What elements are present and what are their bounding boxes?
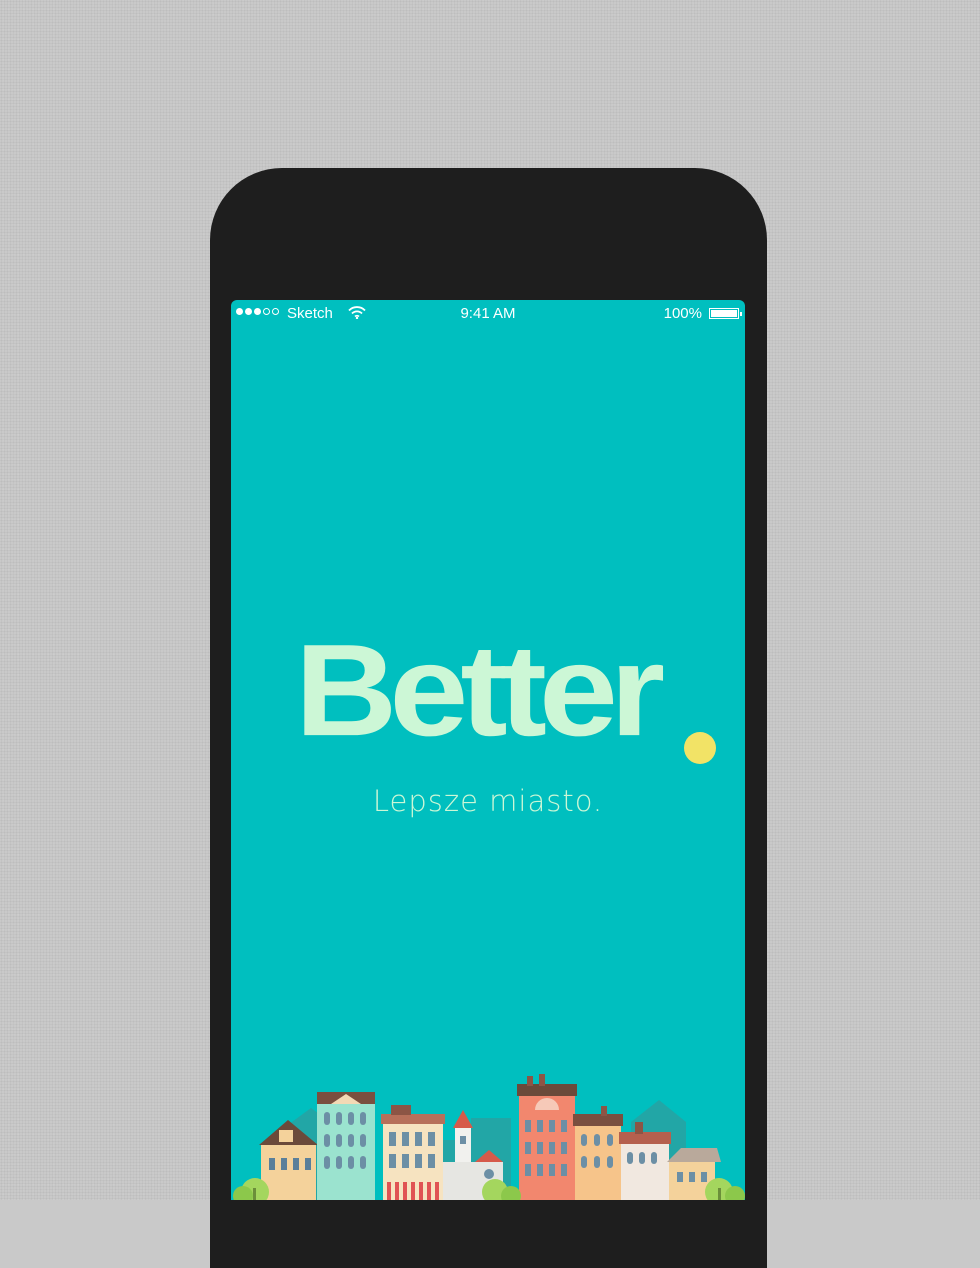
city-illustration bbox=[233, 1074, 745, 1200]
app-screen: Sketch 9:41 AM 100% Better Lepsze miasto… bbox=[231, 300, 745, 1200]
status-bar: Sketch 9:41 AM 100% bbox=[231, 300, 745, 328]
battery-icon bbox=[709, 308, 742, 319]
logo-dot-icon bbox=[684, 732, 716, 764]
battery-percentage: 100% bbox=[663, 305, 702, 322]
tagline: Lepsze miasto. bbox=[372, 784, 604, 818]
logo-wordmark: Better bbox=[294, 617, 665, 764]
app-logo: Better bbox=[231, 620, 745, 762]
